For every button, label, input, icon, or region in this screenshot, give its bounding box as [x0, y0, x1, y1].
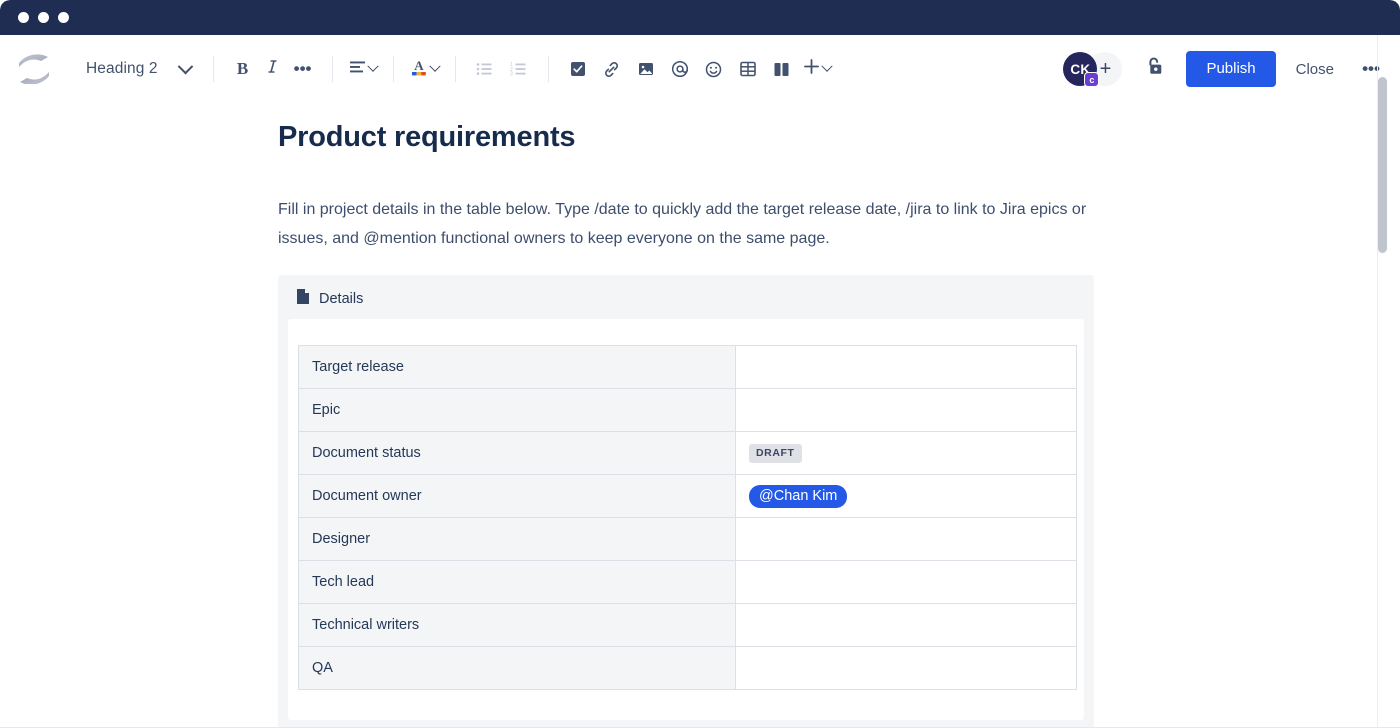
bold-icon: B [236, 59, 249, 78]
page-title: Product requirements [278, 121, 576, 153]
row-label[interactable]: Epic [298, 388, 736, 432]
editor-toolbar: Heading 2 B ••• A 1 2 3 CK c + Publish C… [0, 35, 1400, 103]
window-close-dot[interactable] [18, 12, 29, 23]
unlock-icon [1146, 56, 1165, 82]
italic-icon [266, 59, 279, 79]
row-value[interactable]: DRAFT [735, 431, 1077, 475]
close-button[interactable]: Close [1282, 53, 1348, 86]
details-panel-title: Details [319, 291, 364, 307]
table-row: Epic [298, 388, 1077, 432]
row-label[interactable]: QA [298, 646, 736, 690]
scrollbar-track[interactable] [1378, 35, 1394, 728]
row-value[interactable]: @Chan Kim [735, 474, 1077, 518]
numbered-list-button[interactable]: 1 2 3 [504, 54, 534, 84]
svg-text:3: 3 [510, 71, 513, 76]
toolbar-divider-3 [392, 56, 394, 82]
more-formatting-button[interactable]: ••• [288, 54, 318, 84]
row-value[interactable] [735, 517, 1077, 561]
restrictions-button[interactable] [1138, 52, 1172, 86]
table-row: Target release [298, 345, 1077, 389]
task-list-button[interactable] [563, 54, 593, 84]
details-panel: Details Target release Epic Document sta… [278, 275, 1094, 728]
text-color-icon: A [410, 57, 428, 81]
layout-button[interactable] [767, 54, 797, 84]
row-label[interactable]: Document owner [298, 474, 736, 518]
emoji-button[interactable] [699, 54, 729, 84]
window-minimize-dot[interactable] [38, 12, 49, 23]
app-window: Heading 2 B ••• A 1 2 3 CK c + Publish C… [0, 0, 1400, 728]
chevron-down-icon [820, 60, 833, 72]
plus-icon [803, 58, 820, 80]
row-value[interactable] [735, 603, 1077, 647]
confluence-logo[interactable] [16, 52, 52, 86]
block-type-label: Heading 2 [86, 60, 158, 77]
row-label[interactable]: Technical writers [298, 603, 736, 647]
bold-button[interactable]: B [228, 54, 258, 84]
row-value[interactable] [735, 560, 1077, 604]
details-table-body: Target release Epic Document status DRAF… [298, 345, 1077, 690]
page-icon [296, 288, 310, 310]
table-row: Document owner @Chan Kim [298, 474, 1077, 518]
mention-button[interactable] [665, 54, 695, 84]
row-label[interactable]: Designer [298, 517, 736, 561]
row-label[interactable]: Tech lead [298, 560, 736, 604]
table-row: Designer [298, 517, 1077, 561]
window-maximize-dot[interactable] [58, 12, 69, 23]
avatar-badge: c [1084, 72, 1100, 87]
ellipsis-icon: ••• [293, 59, 312, 78]
link-button[interactable] [597, 54, 627, 84]
text-color-button[interactable]: A [408, 54, 441, 84]
table-row: Tech lead [298, 560, 1077, 604]
document-body: Product requirements Fill in project det… [278, 103, 1108, 728]
text-align-button[interactable] [347, 54, 379, 84]
mention-chip[interactable]: @Chan Kim [749, 484, 848, 508]
image-button[interactable] [631, 54, 661, 84]
table-button[interactable] [733, 54, 763, 84]
toolbar-divider-4 [454, 56, 456, 82]
details-card: Target release Epic Document status DRAF… [288, 319, 1084, 720]
bullet-list-button[interactable] [470, 54, 500, 84]
chevron-down-icon [366, 60, 379, 72]
block-type-select[interactable]: Heading 2 [80, 52, 199, 86]
details-panel-header: Details [288, 284, 1084, 319]
publish-button[interactable]: Publish [1186, 51, 1276, 87]
intro-paragraph: Fill in project details in the table bel… [278, 201, 1087, 247]
window-titlebar [0, 0, 1400, 35]
row-value[interactable] [735, 345, 1077, 389]
chevron-down-icon [428, 60, 441, 72]
collaborators: CK c + [1063, 52, 1123, 87]
table-row: QA [298, 646, 1077, 690]
row-label[interactable]: Target release [298, 345, 736, 389]
italic-button[interactable] [258, 54, 288, 84]
toolbar-divider-2 [331, 56, 333, 82]
toolbar-divider-5 [547, 56, 549, 82]
row-value[interactable] [735, 646, 1077, 690]
status-badge[interactable]: DRAFT [749, 443, 802, 463]
toolbar-divider [212, 56, 214, 82]
scrollbar-thumb[interactable] [1378, 77, 1387, 253]
insert-button[interactable] [801, 54, 833, 84]
align-left-icon [349, 60, 366, 79]
row-value[interactable] [735, 388, 1077, 432]
row-label[interactable]: Document status [298, 431, 736, 475]
table-row: Technical writers [298, 603, 1077, 647]
table-row: Document status DRAFT [298, 431, 1077, 475]
details-table: Target release Epic Document status DRAF… [298, 345, 1077, 690]
svg-text:A: A [414, 58, 424, 73]
chevron-down-icon [177, 58, 193, 74]
document-scroll-area: Product requirements Fill in project det… [0, 103, 1400, 728]
